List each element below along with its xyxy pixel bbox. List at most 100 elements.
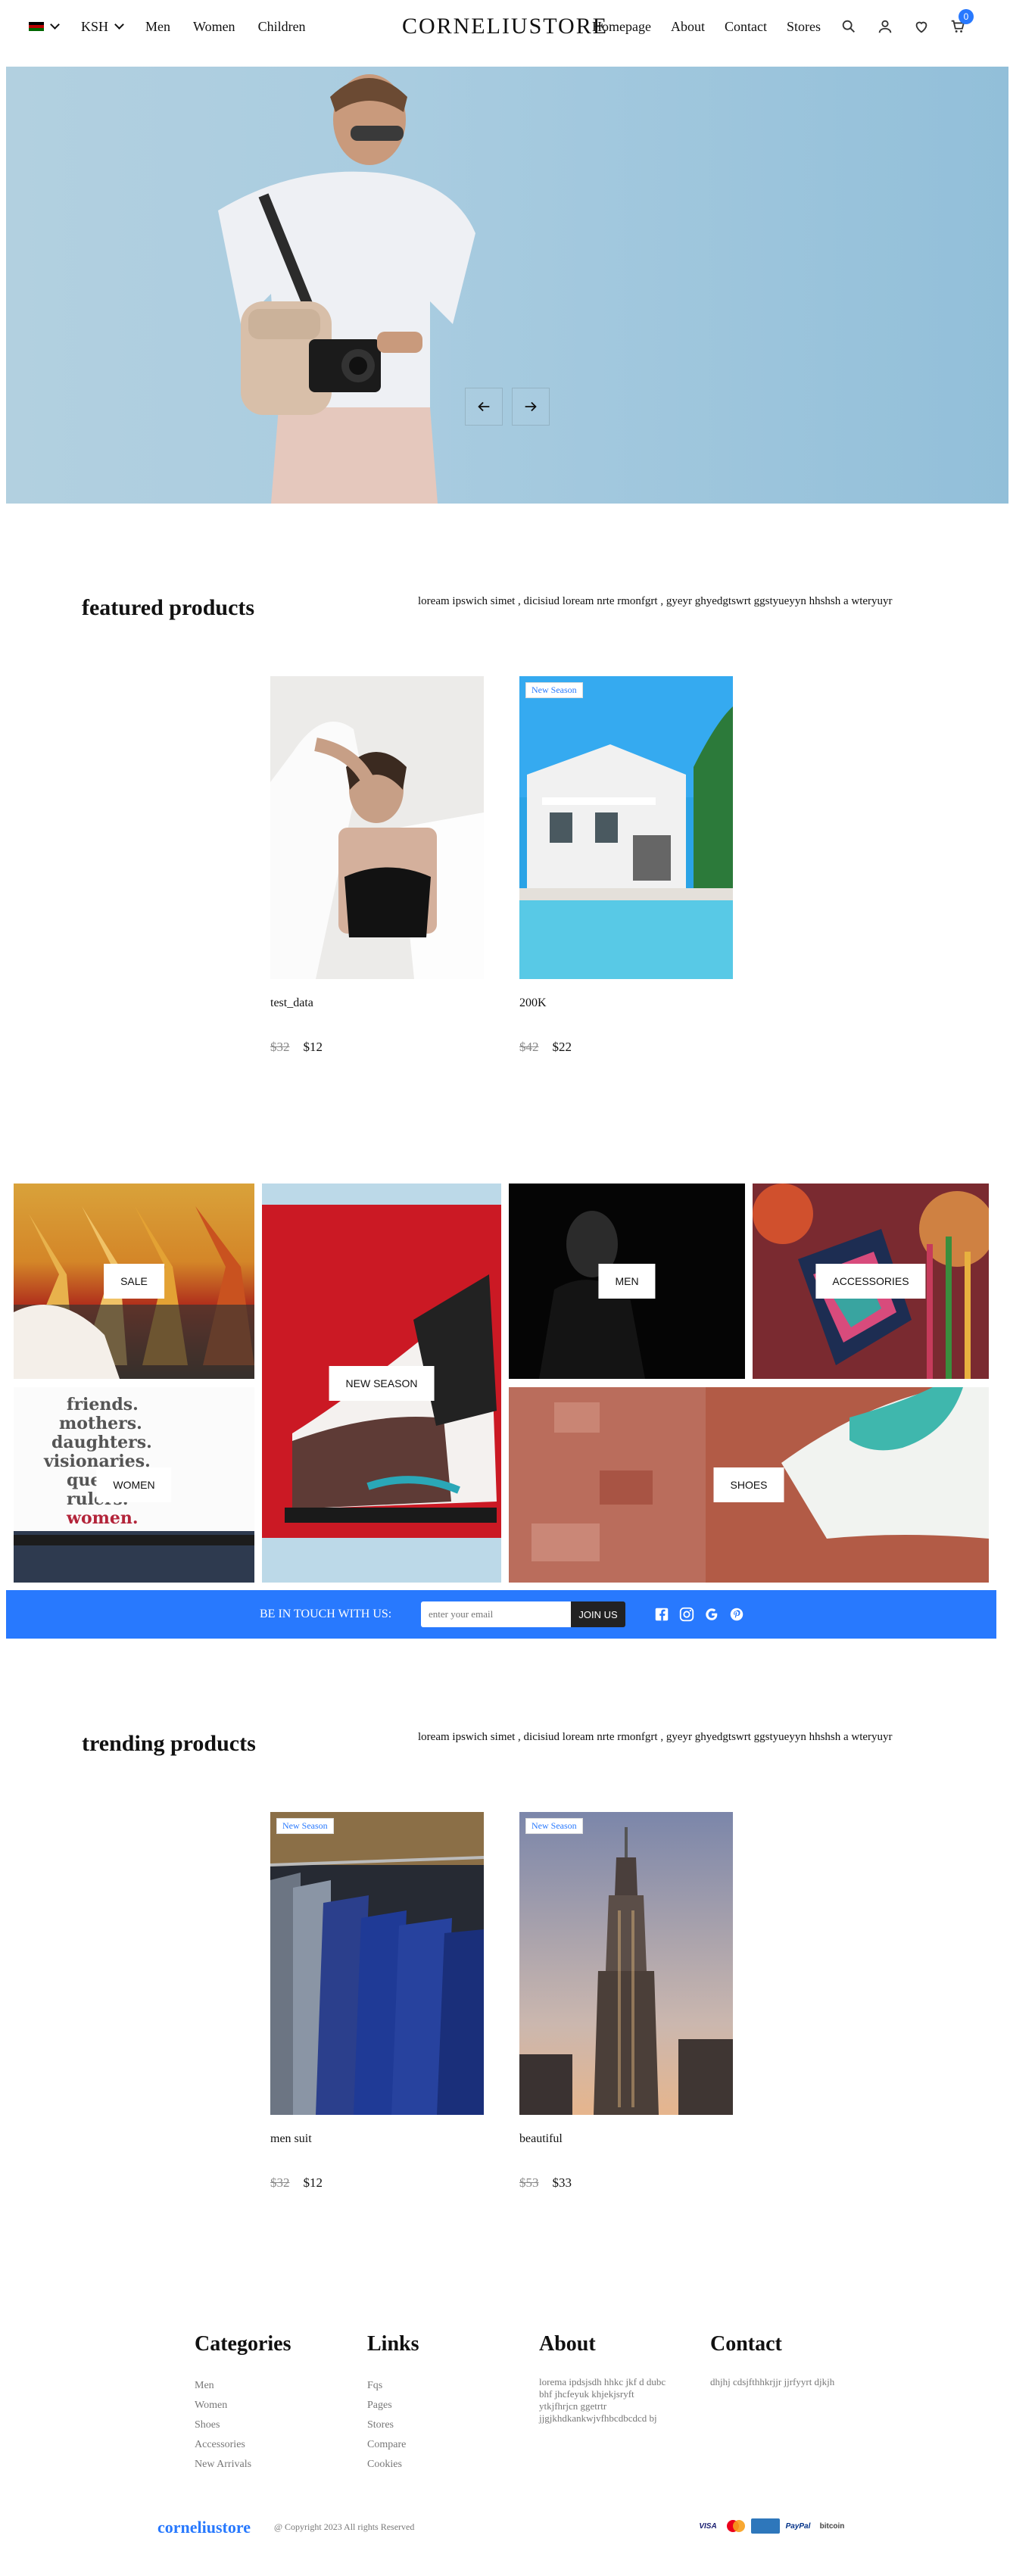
footer-link[interactable]: Women [195,2396,291,2415]
nav-link-stores[interactable]: Stores [787,19,821,35]
featured-title: featured products [82,595,255,620]
footer-contact-title: Contact [710,2332,782,2356]
footer-about-text: lorema ipdsjsdh hhkc jkf d dubc bhf jhcf… [539,2376,666,2424]
footer-links: Links Fqs Pages Stores Compare Cookies [367,2332,419,2475]
facebook-icon[interactable] [653,1606,670,1623]
chevron-down-icon [50,20,60,30]
new-season-badge: New Season [276,1818,334,1834]
nav-link-about[interactable]: About [671,19,705,35]
hero-slider [6,67,1008,504]
footer-contact-text: dhjhj cdsjfthhkrjjr jjrfyyrt djkjh [710,2376,835,2387]
footer-link[interactable]: New Arrivals [195,2455,291,2475]
category-label[interactable]: SALE [104,1264,164,1299]
product-image[interactable]: New Season [519,1812,733,2115]
product-price: $22 [552,1040,572,1054]
footer-about: About lorema ipdsjsdh hhkc jkf d dubc bh… [539,2332,675,2425]
footer-link[interactable]: Fqs [367,2376,419,2396]
product-card[interactable]: New Season beautiful $53 $33 [519,1812,733,2198]
nav-link-women[interactable]: Women [193,19,235,35]
product-name[interactable]: men suit [270,2132,312,2146]
footer-bottom: corneliustore @ Copyright 2023 All right… [0,2506,1010,2552]
category-new-season[interactable]: NEW SEASON [262,1184,501,1583]
category-shoes[interactable]: SHOES [509,1387,989,1583]
product-image[interactable]: New Season [519,676,733,979]
brand-logo[interactable]: CORNELIUSTORE [402,14,608,39]
footer-link[interactable]: Stores [367,2415,419,2435]
featured-description: loream ipswich simet , dicisiud loream n… [418,595,893,607]
footer-brand[interactable]: corneliustore [157,2518,251,2537]
currency-label: KSH [81,18,109,34]
footer-contact: Contact dhjhj cdsjfthhkrjjr jjrfyyrt djk… [710,2332,862,2388]
footer-categories: Categories Men Women Shoes Accessories N… [195,2332,291,2475]
footer-link[interactable]: Pages [367,2396,419,2415]
visa-icon: VISA [699,2521,717,2531]
category-men[interactable]: MEN [509,1184,745,1379]
product-name[interactable]: 200K [519,996,547,1010]
product-card[interactable]: test_data $32 $12 [270,676,484,1062]
category-label[interactable]: SHOES [713,1467,784,1502]
category-women[interactable]: friends. mothers. daughters. visionaries… [14,1387,254,1583]
category-label[interactable]: MEN [598,1264,656,1299]
navbar: KSH Men Women Children CORNELIUSTORE Hom… [0,0,1010,53]
product-image[interactable]: New Season [270,1812,484,2115]
trending-title: trending products [82,1731,256,1756]
product-prices: $32 $12 [270,2175,323,2191]
svg-text:friends.: friends. [67,1395,139,1414]
heart-icon[interactable] [913,18,930,35]
footer-link[interactable]: Shoes [195,2415,291,2435]
amex-icon [751,2518,780,2534]
product-card[interactable]: New Season men suit $32 $12 [270,1812,484,2198]
cart-button[interactable]: 0 [949,9,974,35]
footer-link[interactable]: Compare [367,2435,419,2455]
footer-about-title: About [539,2332,596,2356]
product-old-price: $42 [519,1040,539,1054]
google-icon[interactable] [703,1606,720,1623]
nav-right: Homepage About Contact Stores 0 [592,0,974,53]
instagram-icon[interactable] [678,1606,695,1623]
arrow-right-icon [525,401,537,412]
nav-left: KSH Men Women Children [29,0,306,53]
cart-count-badge: 0 [959,9,974,24]
product-image[interactable] [270,676,484,979]
social-links [653,1606,745,1623]
product-prices: $32 $12 [270,1040,323,1055]
nav-link-men[interactable]: Men [145,19,170,35]
category-label[interactable]: WOMEN [96,1467,172,1502]
product-name[interactable]: beautiful [519,2132,563,2146]
footer-link[interactable]: Cookies [367,2455,419,2475]
nav-link-contact[interactable]: Contact [725,19,767,35]
kenya-flag-icon [29,22,44,31]
product-name[interactable]: test_data [270,996,313,1010]
nav-link-homepage[interactable]: Homepage [592,19,651,35]
trending-description: loream ipswich simet , dicisiud loream n… [418,1731,893,1743]
paypal-icon: PayPal [783,2518,813,2534]
category-sale[interactable]: SALE [14,1184,254,1379]
search-icon[interactable] [840,18,857,35]
language-selector[interactable] [29,20,60,31]
join-us-button[interactable]: JOIN US [571,1601,625,1627]
mastercard-icon [724,2518,748,2534]
category-accessories[interactable]: ACCESSORIES [753,1184,989,1379]
footer-links-title: Links [367,2332,419,2356]
hero-prev-button[interactable] [465,388,503,426]
product-old-price: $53 [519,2175,539,2190]
hero-next-button[interactable] [512,388,550,426]
product-old-price: $32 [270,1040,290,1054]
user-icon[interactable] [877,18,893,35]
category-label[interactable]: NEW SEASON [329,1365,435,1401]
product-old-price: $32 [270,2175,290,2190]
email-field[interactable] [421,1601,571,1627]
product-card[interactable]: New Season 200K $42 $22 [519,676,733,1062]
product-price: $12 [303,1040,323,1054]
footer-link[interactable]: Accessories [195,2435,291,2455]
category-label[interactable]: ACCESSORIES [815,1264,926,1299]
arrow-left-icon [478,401,490,412]
currency-selector[interactable]: KSH [81,18,124,35]
footer-categories-title: Categories [195,2332,291,2356]
svg-text:daughters.: daughters. [51,1433,152,1452]
nav-link-children[interactable]: Children [258,19,306,35]
hero-image [218,74,475,504]
footer-link[interactable]: Men [195,2376,291,2396]
pinterest-icon[interactable] [728,1606,745,1623]
newsletter-title: BE IN TOUCH WITH US: [260,1608,392,1620]
